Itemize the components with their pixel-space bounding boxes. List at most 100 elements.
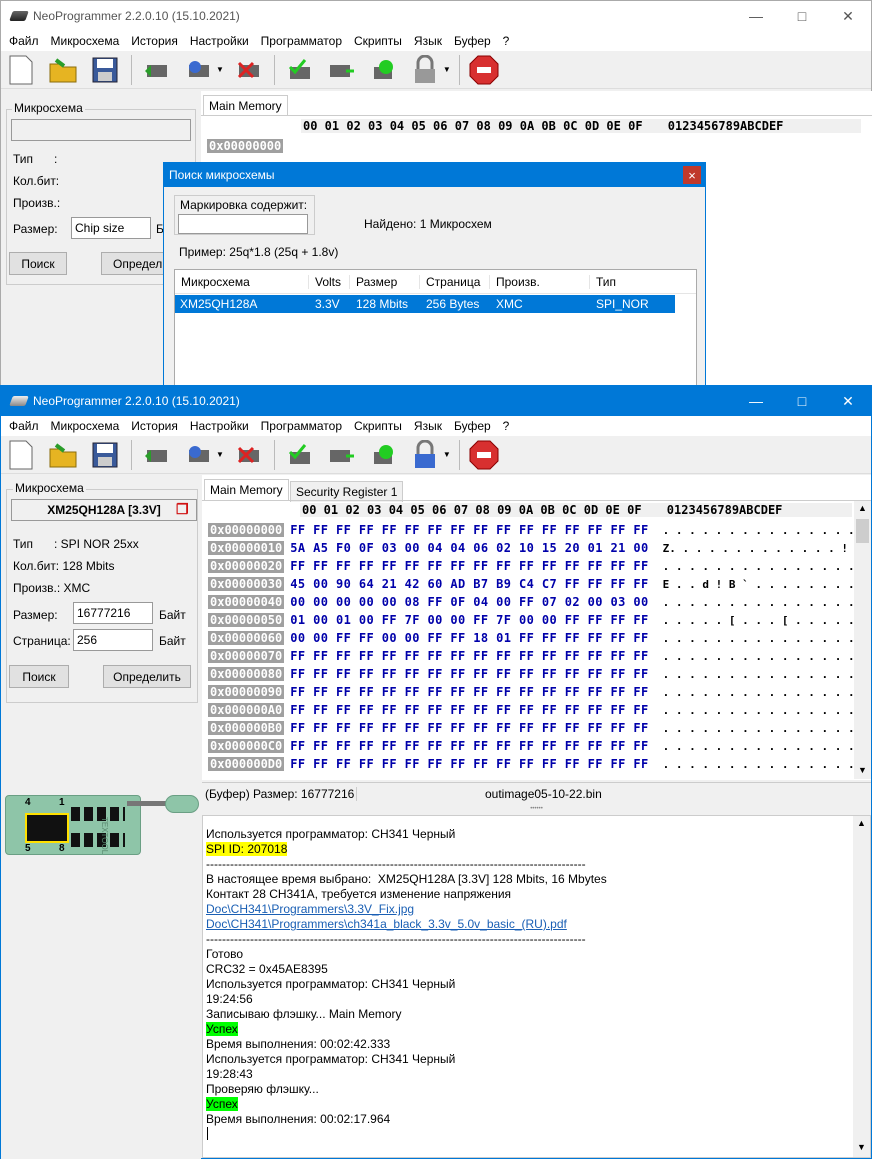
col-chip[interactable]: Микросхема: [175, 274, 309, 289]
chevron-down-icon[interactable]: ▼: [216, 450, 224, 459]
dialog-close-icon[interactable]: ×: [683, 166, 701, 184]
detect-button[interactable]: Определить: [103, 665, 191, 688]
new-file-icon[interactable]: [5, 54, 37, 86]
menu-buffer[interactable]: Буфер: [448, 419, 497, 433]
hex-bytes[interactable]: 00 00 FF FF 00 00 FF FF 18 01 FF FF FF F…: [290, 631, 648, 645]
log-line-text[interactable]: Doc\CH341\Programmers\3.3V_Fix.jpg: [206, 902, 414, 916]
bg-search-button[interactable]: Поиск: [9, 252, 67, 275]
hex-row[interactable]: 0x00000060 00 00 FF FF 00 00 FF FF 18 01 …: [208, 631, 868, 649]
hex-row[interactable]: 0x00000050 01 00 01 00 FF 7F 00 00 FF 7F …: [208, 613, 868, 631]
hex-row[interactable]: 0x00000090 FF FF FF FF FF FF FF FF FF FF …: [208, 685, 868, 703]
hex-bytes[interactable]: 00 00 00 00 00 08 FF 0F 04 00 FF 07 02 0…: [290, 595, 648, 609]
hex-ascii[interactable]: . . . . . . . . . . . . . . . .: [663, 596, 868, 609]
lock-icon[interactable]: [409, 439, 441, 471]
close-icon[interactable]: ✕: [825, 1, 871, 31]
hex-row[interactable]: 0x00000010 5A A5 F0 0F 03 00 04 04 06 02 …: [208, 541, 868, 559]
erase-chip-icon[interactable]: [232, 54, 264, 86]
hex-row[interactable]: 0x000000D0 FF FF FF FF FF FF FF FF FF FF …: [208, 757, 868, 775]
open-folder-icon[interactable]: [47, 439, 79, 471]
hex-row[interactable]: 0x00000000 FF FF FF FF FF FF FF FF FF FF …: [208, 523, 868, 541]
hex-bytes[interactable]: FF FF FF FF FF FF FF FF FF FF FF FF FF F…: [290, 667, 648, 681]
hex-bytes[interactable]: 5A A5 F0 0F 03 00 04 04 06 02 10 15 20 0…: [290, 541, 648, 555]
hex-ascii[interactable]: . . . . . . . . . . . . . . . .: [663, 650, 868, 663]
menu-file[interactable]: Файл: [3, 419, 45, 433]
menu-file[interactable]: Файл: [3, 34, 45, 48]
hex-ascii[interactable]: E . . d ! B ` . . . . . . . . .: [663, 578, 868, 591]
write-chip-icon[interactable]: [182, 54, 214, 86]
pdf-icon[interactable]: ❐: [176, 501, 192, 519]
hex-bytes[interactable]: FF FF FF FF FF FF FF FF FF FF FF FF FF F…: [290, 757, 648, 771]
log-vscrollbar[interactable]: ▲ ▼: [853, 816, 870, 1157]
close-icon[interactable]: ✕: [825, 386, 871, 416]
menu-language[interactable]: Язык: [408, 419, 448, 433]
new-file-icon[interactable]: [5, 439, 37, 471]
hex-bytes[interactable]: FF FF FF FF FF FF FF FF FF FF FF FF FF F…: [290, 739, 648, 753]
menu-programmer[interactable]: Программатор: [255, 419, 348, 433]
blank-check-icon[interactable]: [325, 54, 357, 86]
log-line-text[interactable]: Doc\CH341\Programmers\ch341a_black_3.3v_…: [206, 917, 567, 931]
hex-row[interactable]: 0x00000040 00 00 00 00 00 08 FF 0F 04 00 …: [208, 595, 868, 613]
open-folder-icon[interactable]: [47, 54, 79, 86]
scroll-up-icon[interactable]: ▲: [858, 503, 867, 513]
hex-ascii[interactable]: . . . . . . . . . . . . . . . .: [663, 722, 868, 735]
read-chip-icon[interactable]: [140, 54, 172, 86]
hex-vscrollbar[interactable]: ▲ ▼: [854, 501, 871, 779]
lock-icon[interactable]: [409, 54, 441, 86]
menu-chip[interactable]: Микросхема: [45, 419, 126, 433]
hex-ascii[interactable]: . . . . . . . . . . . . . . . .: [663, 632, 868, 645]
scroll-up-icon[interactable]: ▲: [857, 818, 866, 828]
verify-chip-icon[interactable]: [283, 54, 315, 86]
menu-chip[interactable]: Микросхема: [45, 34, 126, 48]
hex-ascii[interactable]: . . . . . [ . . . [ . . . . . .: [663, 614, 868, 627]
hex-bytes[interactable]: FF FF FF FF FF FF FF FF FF FF FF FF FF F…: [290, 649, 648, 663]
bg-tab-main-memory[interactable]: Main Memory: [203, 95, 288, 116]
hex-ascii[interactable]: . . . . . . . . . . . . . . . .: [663, 668, 868, 681]
menu-scripts[interactable]: Скрипты: [348, 34, 408, 48]
log-line[interactable]: Doc\CH341\Programmers\3.3V_Fix.jpg: [206, 902, 867, 917]
hex-row[interactable]: 0x000000C0 FF FF FF FF FF FF FF FF FF FF …: [208, 739, 868, 757]
hex-bytes[interactable]: FF FF FF FF FF FF FF FF FF FF FF FF FF F…: [290, 703, 648, 717]
stop-icon[interactable]: [468, 439, 500, 471]
blank-check-icon[interactable]: [325, 439, 357, 471]
col-volts[interactable]: Volts: [309, 274, 350, 289]
menu-history[interactable]: История: [125, 419, 184, 433]
col-page[interactable]: Страница: [420, 274, 490, 289]
hex-row[interactable]: 0x00000080 FF FF FF FF FF FF FF FF FF FF …: [208, 667, 868, 685]
read-chip-icon[interactable]: [140, 439, 172, 471]
scroll-down-icon[interactable]: ▼: [857, 1142, 866, 1152]
hex-ascii[interactable]: . . . . . . . . . . . . . . . .: [663, 560, 868, 573]
save-disk-icon[interactable]: [89, 54, 121, 86]
tab-security-register[interactable]: Security Register 1: [290, 481, 404, 502]
bg-size-input[interactable]: Chip size: [71, 217, 151, 239]
scroll-down-icon[interactable]: ▼: [858, 765, 867, 775]
menu-help[interactable]: ?: [497, 419, 516, 433]
hex-ascii[interactable]: . . . . . . . . . . . . . . . .: [663, 740, 868, 753]
hex-bytes[interactable]: FF FF FF FF FF FF FF FF FF FF FF FF FF F…: [290, 721, 648, 735]
maximize-icon[interactable]: □: [779, 386, 825, 416]
size-input[interactable]: 16777216: [73, 602, 153, 624]
log-panel[interactable]: Используется программатор: CH341 Черный S…: [202, 815, 871, 1158]
menu-scripts[interactable]: Скрипты: [348, 419, 408, 433]
chevron-down-icon[interactable]: ▼: [443, 450, 451, 459]
erase-chip-icon[interactable]: [232, 439, 264, 471]
col-size[interactable]: Размер: [350, 274, 420, 289]
save-disk-icon[interactable]: [89, 439, 121, 471]
menu-history[interactable]: История: [125, 34, 184, 48]
tab-main-memory[interactable]: Main Memory: [204, 479, 289, 500]
hex-ascii[interactable]: . . . . . . . . . . . . . . . .: [663, 758, 868, 771]
col-vendor[interactable]: Произв.: [490, 274, 590, 289]
hex-row[interactable]: 0x000000A0 FF FF FF FF FF FF FF FF FF FF …: [208, 703, 868, 721]
menu-language[interactable]: Язык: [408, 34, 448, 48]
maximize-icon[interactable]: □: [779, 1, 825, 31]
search-button[interactable]: Поиск: [9, 665, 69, 688]
hex-row[interactable]: 0x000000B0 FF FF FF FF FF FF FF FF FF FF …: [208, 721, 868, 739]
auto-icon[interactable]: [367, 54, 399, 86]
splitter-grip[interactable]: ••••••: [202, 806, 871, 814]
scroll-thumb[interactable]: [856, 519, 869, 543]
page-input[interactable]: 256: [73, 629, 153, 651]
menu-buffer[interactable]: Буфер: [448, 34, 497, 48]
results-row-selected[interactable]: XM25QH128A 3.3V 128 Mbits 256 Bytes XMC …: [175, 295, 675, 313]
hex-bytes[interactable]: FF FF FF FF FF FF FF FF FF FF FF FF FF F…: [290, 523, 648, 537]
hex-bytes[interactable]: FF FF FF FF FF FF FF FF FF FF FF FF FF F…: [290, 559, 648, 573]
verify-chip-icon[interactable]: [283, 439, 315, 471]
